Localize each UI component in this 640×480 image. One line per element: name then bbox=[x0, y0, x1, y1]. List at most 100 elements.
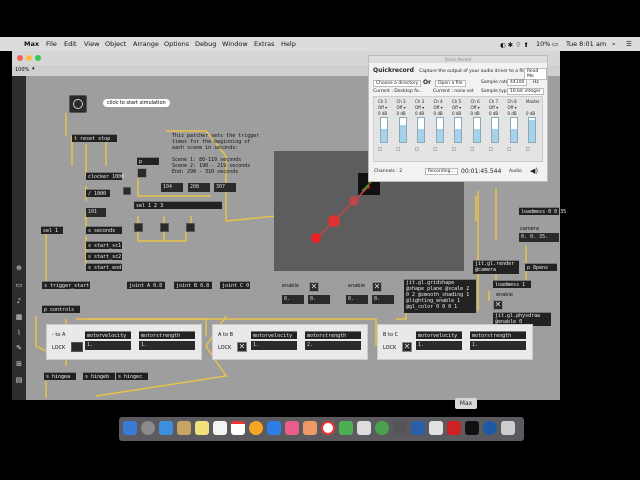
channel-checkbox[interactable]: □ bbox=[415, 146, 419, 151]
channel-state-select[interactable]: Off ▾ bbox=[434, 105, 443, 110]
channel-checkbox[interactable]: □ bbox=[452, 146, 456, 151]
lock-toggle[interactable]: ✕ bbox=[402, 342, 412, 352]
menu-app[interactable]: Max bbox=[24, 40, 39, 48]
level-meter[interactable] bbox=[380, 117, 388, 143]
read-me-button[interactable]: Read Me bbox=[524, 68, 547, 80]
obj-motorvelocity[interactable]: motorvelocity bbox=[416, 331, 462, 339]
level-meter[interactable] bbox=[528, 117, 536, 143]
obj-motorstrength[interactable]: motorstrength bbox=[470, 331, 526, 339]
clock[interactable]: Tue 8:01 am bbox=[566, 40, 606, 48]
obj-s-trigger-start[interactable]: s trigger_start bbox=[42, 281, 90, 289]
channel-checkbox[interactable]: □ bbox=[489, 146, 493, 151]
channel-state-select[interactable]: Off ▾ bbox=[397, 105, 406, 110]
motorstrength-number[interactable]: 1. bbox=[139, 341, 195, 350]
obj-joint-b[interactable]: joint B 0.8 bbox=[174, 281, 212, 289]
speaker-icon[interactable]: ◀) bbox=[530, 167, 538, 175]
minimize-button[interactable] bbox=[26, 55, 32, 61]
obj-s-hingeb[interactable]: s hingeb bbox=[83, 372, 115, 380]
obj-loadmess-1[interactable]: loadmess 1 bbox=[493, 280, 531, 288]
obj-loadmess-camera[interactable]: loadmess 0 0 35 bbox=[519, 207, 566, 215]
channel-state-select[interactable]: Off ▾ bbox=[452, 105, 461, 110]
obj-s-seconds[interactable]: s seconds bbox=[86, 226, 122, 234]
channel-checkbox[interactable]: □ bbox=[434, 146, 438, 151]
number-box-seconds[interactable]: 101 bbox=[86, 208, 106, 217]
paperclip-icon[interactable]: ⌇ bbox=[15, 329, 23, 337]
obj-s-start-sc2[interactable]: s start_sc2 bbox=[86, 252, 122, 260]
toggle-p[interactable] bbox=[137, 168, 147, 178]
motorvelocity-number[interactable]: 1. bbox=[85, 341, 131, 350]
mission-control-icon[interactable] bbox=[159, 421, 173, 435]
enable-toggle-1[interactable]: ✕ bbox=[309, 282, 319, 292]
enable-number-1[interactable]: 0. bbox=[282, 295, 304, 304]
obj-divide[interactable]: / 1000 bbox=[86, 189, 110, 197]
level-meter[interactable] bbox=[491, 117, 499, 143]
sample-type-select[interactable]: 16 bit integer bbox=[507, 88, 544, 95]
notes-icon[interactable] bbox=[195, 421, 209, 435]
menu-arrange[interactable]: Arrange bbox=[133, 40, 159, 48]
close-button[interactable] bbox=[17, 55, 23, 61]
enable-number-3[interactable]: 0. bbox=[346, 295, 368, 304]
snippet-icon[interactable]: ✎ bbox=[15, 344, 23, 352]
bang-end[interactable] bbox=[186, 223, 195, 232]
bang-sc2[interactable] bbox=[160, 223, 169, 232]
menu-object[interactable]: Object bbox=[105, 40, 126, 48]
level-meter[interactable] bbox=[454, 117, 462, 143]
bang-sc1[interactable] bbox=[134, 223, 143, 232]
trash-icon[interactable] bbox=[501, 421, 515, 435]
channel-state-select[interactable]: Off ▾ bbox=[415, 105, 424, 110]
menu-edit[interactable]: Edit bbox=[64, 40, 77, 48]
obj-jit-gl-render[interactable]: jit.gl.render @camera bbox=[473, 260, 519, 274]
grid-icon[interactable]: ⊞ bbox=[15, 360, 23, 368]
obj-p-8pens[interactable]: p 8pens bbox=[525, 263, 557, 271]
lock-toggle[interactable]: ✕ bbox=[237, 342, 247, 352]
list-icon[interactable]: ☰ bbox=[626, 40, 632, 48]
number-box-307[interactable]: 307 bbox=[214, 183, 236, 192]
status-icons[interactable]: ◐ ✱ ⌔ ⬆ bbox=[500, 40, 529, 49]
presentation-icon[interactable]: ▦ bbox=[15, 313, 23, 321]
enable-number-4[interactable]: 0. bbox=[372, 295, 394, 304]
new-object-icon[interactable]: ⊕ bbox=[15, 264, 23, 272]
bang-button[interactable] bbox=[69, 95, 87, 113]
finder-icon[interactable] bbox=[123, 421, 137, 435]
zoom-level[interactable]: 100% bbox=[15, 67, 29, 73]
toggle-sm[interactable] bbox=[123, 187, 131, 195]
choose-directory-button[interactable]: Choose a directory bbox=[373, 80, 422, 87]
enable-number-2[interactable]: 0. bbox=[308, 295, 330, 304]
motorstrength-number[interactable]: 1. bbox=[470, 341, 526, 350]
menu-window[interactable]: Window bbox=[222, 40, 248, 48]
obj-s-start-end[interactable]: s start_end bbox=[86, 263, 122, 271]
sample-rate-select[interactable]: 44100 bbox=[507, 79, 528, 86]
reminders-icon[interactable] bbox=[213, 421, 227, 435]
channel-checkbox[interactable]: □ bbox=[397, 146, 401, 151]
obj-s-hingec[interactable]: s hingec bbox=[116, 372, 148, 380]
enable-toggle-right[interactable]: ✕ bbox=[493, 300, 503, 310]
recording-button[interactable]: Recording... bbox=[425, 168, 458, 175]
max-dock-icon[interactable] bbox=[465, 421, 479, 435]
zoom-button[interactable] bbox=[35, 55, 41, 61]
channel-checkbox[interactable]: □ bbox=[471, 146, 475, 151]
table-icon[interactable]: ▤ bbox=[15, 376, 23, 384]
menu-file[interactable]: File bbox=[46, 40, 57, 48]
photos-icon[interactable] bbox=[249, 421, 263, 435]
evernote-icon[interactable] bbox=[339, 421, 353, 435]
level-meter[interactable] bbox=[435, 117, 444, 143]
motorvelocity-number[interactable]: 1. bbox=[251, 341, 297, 350]
camera-number[interactable]: 0. 0. 35. bbox=[519, 233, 559, 242]
app-icon[interactable] bbox=[357, 421, 371, 435]
obj-s-start-sc1[interactable]: s start_sc1 bbox=[86, 241, 122, 249]
channel-state-select[interactable]: Off ▾ bbox=[378, 105, 387, 110]
app-icon-2[interactable] bbox=[375, 421, 389, 435]
level-meter[interactable] bbox=[509, 117, 518, 143]
motorvelocity-number[interactable]: 1. bbox=[416, 341, 462, 350]
qr-titlebar[interactable]: Quick Record bbox=[369, 56, 547, 63]
number-box-104[interactable]: 104 bbox=[161, 183, 183, 192]
app-icon-4[interactable] bbox=[411, 421, 425, 435]
obj-motorvelocity[interactable]: motorvelocity bbox=[251, 331, 297, 339]
menu-help[interactable]: Help bbox=[281, 40, 296, 48]
channel-checkbox[interactable]: □ bbox=[508, 146, 512, 151]
obj-sel-1[interactable]: sel 1 bbox=[41, 226, 63, 234]
obj-s-hingea[interactable]: s hingea bbox=[44, 372, 76, 380]
comment-icon[interactable]: ▭ bbox=[15, 281, 23, 289]
menu-debug[interactable]: Debug bbox=[195, 40, 216, 48]
channel-checkbox[interactable]: □ bbox=[378, 146, 382, 151]
